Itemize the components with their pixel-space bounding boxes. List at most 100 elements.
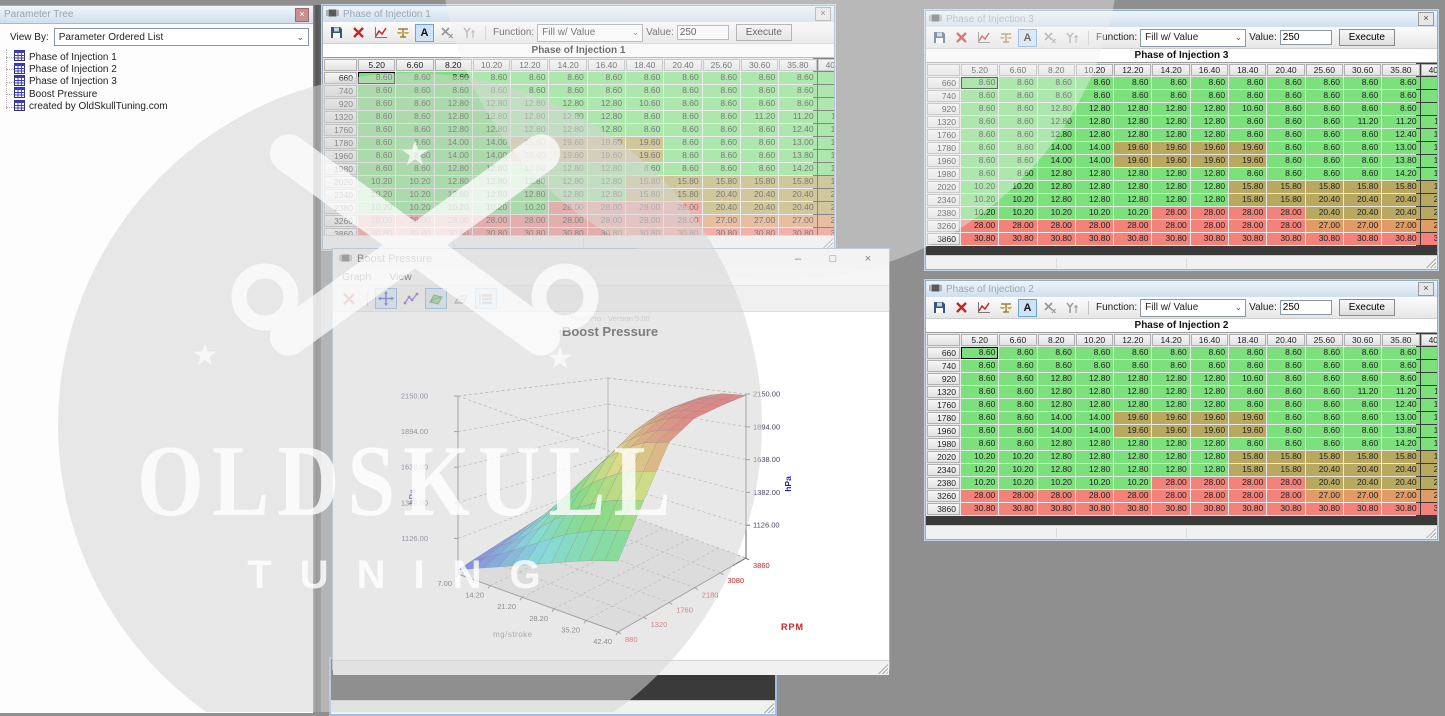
- table-cell[interactable]: 12.80: [1076, 194, 1113, 206]
- table-cell[interactable]: 12.80: [1076, 373, 1113, 385]
- table-cell[interactable]: 8.60: [435, 72, 472, 84]
- table-cell[interactable]: 8.60: [1229, 129, 1266, 141]
- table-cell[interactable]: 10.20: [999, 207, 1036, 219]
- table-cell[interactable]: 12.80: [1076, 438, 1113, 450]
- table-cell[interactable]: 8.60: [1344, 412, 1381, 424]
- table-cell[interactable]: 8.60: [961, 360, 998, 372]
- function-dropdown[interactable]: Fill w/ Value ⌄: [1140, 29, 1246, 47]
- table-cell[interactable]: 8.60: [1421, 77, 1437, 89]
- table-cell[interactable]: 8.60: [741, 72, 778, 84]
- table-cell[interactable]: 15.80: [1421, 451, 1437, 463]
- table-cell[interactable]: 28.00: [999, 490, 1036, 502]
- graph-view-icon[interactable]: [371, 24, 390, 42]
- table-cell[interactable]: 8.60: [1076, 90, 1113, 102]
- row-header[interactable]: 740: [324, 85, 357, 97]
- table-cell[interactable]: 13.00: [1421, 142, 1437, 154]
- table-cell[interactable]: 12.80: [435, 98, 472, 110]
- table-cell[interactable]: 28.00: [1076, 220, 1113, 232]
- table-cell[interactable]: 12.80: [588, 189, 625, 201]
- table-cell[interactable]: 8.60: [1344, 438, 1381, 450]
- table-cell[interactable]: 8.60: [396, 137, 433, 149]
- table-cell[interactable]: 8.60: [741, 98, 778, 110]
- column-header[interactable]: 25.60: [1306, 64, 1343, 76]
- table-cell[interactable]: 15.80: [818, 176, 834, 188]
- table-cell[interactable]: 11.20: [1382, 116, 1419, 128]
- table-cell[interactable]: 8.60: [961, 399, 998, 411]
- table-cell[interactable]: 28.00: [1229, 207, 1266, 219]
- table-cell[interactable]: 8.60: [1306, 425, 1343, 437]
- table-cell[interactable]: 8.60: [1267, 168, 1304, 180]
- table-cell[interactable]: 10.20: [999, 451, 1036, 463]
- table-cell[interactable]: 28.00: [549, 215, 586, 227]
- table-cell[interactable]: 28.00: [1076, 490, 1113, 502]
- table-cell[interactable]: 8.60: [999, 155, 1036, 167]
- table-cell[interactable]: 12.80: [1152, 194, 1189, 206]
- table-cell[interactable]: 12.80: [1114, 464, 1151, 476]
- table-cell[interactable]: 10.20: [999, 194, 1036, 206]
- row-header[interactable]: 660: [324, 72, 357, 84]
- row-header[interactable]: 740: [927, 360, 960, 372]
- table-cell[interactable]: 19.60: [1229, 142, 1266, 154]
- table-cell[interactable]: 28.00: [961, 490, 998, 502]
- table-cell[interactable]: 19.60: [1191, 155, 1228, 167]
- view-by-dropdown[interactable]: Parameter Ordered List ⌄: [54, 28, 309, 46]
- table-cell[interactable]: 20.40: [1382, 194, 1419, 206]
- table-cell[interactable]: 28.00: [626, 215, 663, 227]
- table-cell[interactable]: 14.00: [473, 150, 510, 162]
- row-header[interactable]: 3260: [324, 215, 357, 227]
- table-cell[interactable]: 8.60: [358, 85, 395, 97]
- row-header[interactable]: 1320: [927, 386, 960, 398]
- table-cell[interactable]: 19.60: [1114, 155, 1151, 167]
- table-cell[interactable]: 8.60: [1191, 77, 1228, 89]
- table-cell[interactable]: 10.20: [396, 176, 433, 188]
- tree-item[interactable]: Phase of Injection 3: [14, 76, 313, 88]
- x-axis-edit-icon[interactable]: [437, 24, 456, 42]
- table-cell[interactable]: 12.80: [1076, 129, 1113, 141]
- column-header[interactable]: 35.80: [779, 59, 816, 71]
- table-cell[interactable]: 12.80: [1191, 464, 1228, 476]
- table-cell[interactable]: 10.20: [961, 207, 998, 219]
- graph-view-icon[interactable]: [974, 29, 993, 47]
- table-cell[interactable]: 8.60: [1306, 373, 1343, 385]
- table-cell[interactable]: 8.60: [1191, 347, 1228, 359]
- table-cell[interactable]: 8.60: [961, 386, 998, 398]
- table-cell[interactable]: 8.60: [396, 72, 433, 84]
- row-header[interactable]: 1760: [927, 129, 960, 141]
- save-icon[interactable]: [930, 299, 949, 317]
- table-cell[interactable]: 20.40: [818, 202, 834, 214]
- table-cell[interactable]: 28.00: [549, 202, 586, 214]
- table-cell[interactable]: 12.80: [1152, 464, 1189, 476]
- table-cell[interactable]: 15.80: [1267, 194, 1304, 206]
- table-cell[interactable]: 28.00: [396, 215, 433, 227]
- table-cell[interactable]: 19.60: [588, 150, 625, 162]
- table-cell[interactable]: 8.60: [1344, 90, 1381, 102]
- table-cell[interactable]: 12.80: [1152, 438, 1189, 450]
- column-header[interactable]: 16.40: [588, 59, 625, 71]
- table-cell[interactable]: 10.20: [358, 189, 395, 201]
- table-cell[interactable]: 8.60: [779, 85, 816, 97]
- column-header[interactable]: 18.40: [626, 59, 663, 71]
- table-cell[interactable]: 30.80: [741, 228, 778, 235]
- table-cell[interactable]: 19.60: [1229, 155, 1266, 167]
- table-cell[interactable]: 30.80: [1076, 503, 1113, 515]
- table-cell[interactable]: 30.80: [1038, 503, 1075, 515]
- table-cell[interactable]: 15.80: [1267, 464, 1304, 476]
- column-header[interactable]: 18.40: [1229, 334, 1266, 346]
- column-header[interactable]: 5.20: [358, 59, 395, 71]
- table-cell[interactable]: 14.20: [818, 163, 834, 175]
- table-cell[interactable]: 12.80: [1038, 116, 1075, 128]
- table-cell[interactable]: 8.60: [779, 72, 816, 84]
- column-header[interactable]: 16.40: [1191, 64, 1228, 76]
- table-cell[interactable]: 8.60: [1114, 90, 1151, 102]
- table-cell[interactable]: 8.60: [999, 77, 1036, 89]
- table-cell[interactable]: 12.80: [1076, 464, 1113, 476]
- column-header[interactable]: 18.40: [1229, 64, 1266, 76]
- table-cell[interactable]: 12.80: [511, 111, 548, 123]
- table-cell[interactable]: 30.80: [1344, 503, 1381, 515]
- window-titlebar[interactable]: Phase of Injection 1 ×: [323, 6, 834, 22]
- table-cell[interactable]: 8.60: [1306, 168, 1343, 180]
- table-cell[interactable]: 12.80: [1114, 116, 1151, 128]
- table-cell[interactable]: 8.60: [1306, 129, 1343, 141]
- table-cell[interactable]: 19.60: [511, 150, 548, 162]
- table-cell[interactable]: 28.00: [1152, 477, 1189, 489]
